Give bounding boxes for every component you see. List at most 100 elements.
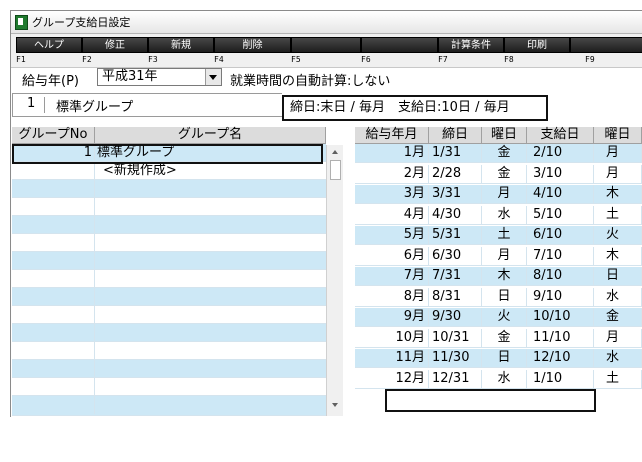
pay-date-cell: 10/10 <box>527 308 594 327</box>
table-row[interactable] <box>12 324 326 342</box>
chevron-down-icon[interactable] <box>205 69 221 85</box>
table-row[interactable] <box>12 180 326 198</box>
group-table-scrollbar[interactable] <box>326 145 343 416</box>
column-header-closing-weekday[interactable]: 曜日 <box>482 127 527 144</box>
auto-calc-label: 就業時間の自動計算:しない <box>230 74 391 89</box>
column-header-group-name[interactable]: グループ名 <box>95 127 326 144</box>
table-row[interactable] <box>12 360 326 378</box>
table-row[interactable]: 6月 6/30 月 7/10 木 <box>355 246 642 266</box>
f5-button[interactable] <box>291 37 361 53</box>
table-row[interactable]: 5月 5/31 土 6/10 火 <box>355 226 642 245</box>
closing-weekday-cell: 土 <box>482 226 527 245</box>
closing-weekday-cell: 水 <box>482 205 527 225</box>
column-header-pay-weekday[interactable]: 曜日 <box>594 127 642 144</box>
closing-weekday-cell: 火 <box>482 308 527 327</box>
fkey-label: F7 <box>438 55 448 64</box>
new-button[interactable]: 新規 <box>148 37 214 53</box>
table-row[interactable] <box>12 288 326 306</box>
pay-weekday-cell: 月 <box>594 144 642 163</box>
app-icon <box>15 15 28 30</box>
table-row[interactable] <box>12 234 326 252</box>
scroll-up-icon[interactable] <box>332 150 338 154</box>
pay-month-cell: 8月 <box>355 287 429 307</box>
table-row[interactable]: 8月 8/31 日 9/10 水 <box>355 287 642 307</box>
empty-cell <box>12 288 95 306</box>
empty-cell <box>12 360 95 378</box>
closing-date-cell: 8/31 <box>429 287 482 307</box>
table-row[interactable]: 4月 4/30 水 5/10 土 <box>355 205 642 225</box>
table-row[interactable]: 1 標準グループ <box>12 144 326 162</box>
empty-cell <box>12 234 95 252</box>
pay-month-cell: 5月 <box>355 226 429 245</box>
help-button[interactable]: ヘルプ <box>16 37 82 53</box>
f6-button[interactable] <box>361 37 438 53</box>
pay-date-cell: 5/10 <box>527 205 594 225</box>
closing-date-cell: 4/30 <box>429 205 482 225</box>
table-row[interactable] <box>12 270 326 288</box>
table-row[interactable]: 3月 3/31 月 4/10 木 <box>355 185 642 204</box>
function-key-toolbar: ヘルプ 修正 新規 削除 計算条件 印刷 F1 F2 F3 F4 F5 F6 F… <box>11 34 642 68</box>
title-bar: グループ支給日設定 <box>11 11 642 34</box>
table-row[interactable]: <新規作成> <box>12 162 326 180</box>
closing-weekday-cell: 金 <box>482 144 527 163</box>
group-no-cell <box>12 162 95 180</box>
edit-button[interactable]: 修正 <box>82 37 148 53</box>
empty-cell <box>12 396 95 414</box>
table-row[interactable]: 11月 11/30 日 12/10 水 <box>355 349 642 368</box>
column-header-group-no[interactable]: グループNo <box>12 127 95 144</box>
empty-cell <box>12 342 95 360</box>
table-row[interactable] <box>12 216 326 234</box>
year-select[interactable]: 平成31年 <box>97 68 222 86</box>
closing-weekday-cell: 木 <box>482 267 527 286</box>
pay-date-cell: 6/10 <box>527 226 594 245</box>
closing-weekday-cell: 月 <box>482 246 527 266</box>
schedule-info-box: 締日:末日 / 毎月 支給日:10日 / 毎月 <box>282 95 548 121</box>
fkey-label: F2 <box>82 55 92 64</box>
table-row[interactable]: 9月 9/30 火 10/10 金 <box>355 308 642 327</box>
empty-cell <box>12 270 95 288</box>
table-row[interactable] <box>12 342 326 360</box>
scroll-thumb[interactable] <box>330 160 341 180</box>
table-row[interactable]: 10月 10/31 金 11/10 月 <box>355 328 642 348</box>
fkey-label: F3 <box>148 55 158 64</box>
pay-weekday-cell: 水 <box>594 287 642 307</box>
delete-button[interactable]: 削除 <box>214 37 291 53</box>
window-title: グループ支給日設定 <box>32 16 131 29</box>
closing-date-cell: 2/28 <box>429 164 482 184</box>
table-row[interactable] <box>12 396 326 416</box>
table-row[interactable] <box>12 198 326 216</box>
table-row[interactable] <box>12 306 326 324</box>
empty-cell <box>12 198 95 216</box>
pay-date-cell: 11/10 <box>527 328 594 348</box>
fkey-label: F9 <box>585 55 595 64</box>
table-row[interactable]: 2月 2/28 金 3/10 月 <box>355 164 642 184</box>
selected-group-number: 1 <box>27 96 36 111</box>
closing-date-cell: 6/30 <box>429 246 482 266</box>
scroll-down-icon[interactable] <box>332 403 338 407</box>
pay-weekday-cell: 日 <box>594 267 642 286</box>
closing-date-cell: 10/31 <box>429 328 482 348</box>
print-button[interactable]: 印刷 <box>504 37 570 53</box>
column-header-pay-date[interactable]: 支給日 <box>527 127 594 144</box>
pay-date-cell: 1/10 <box>527 369 594 389</box>
table-row[interactable]: 1月 1/31 金 2/10 月 <box>355 144 642 163</box>
empty-cell <box>12 324 95 342</box>
pay-month-cell: 11月 <box>355 349 429 368</box>
column-header-pay-month[interactable]: 給与年月 <box>355 127 429 144</box>
selected-group-name: 標準グループ <box>56 100 134 115</box>
table-row[interactable] <box>12 252 326 270</box>
table-row[interactable] <box>12 378 326 396</box>
table-row[interactable]: 12月 12/31 水 1/10 土 <box>355 369 642 389</box>
calc-conditions-button[interactable]: 計算条件 <box>438 37 504 53</box>
closing-date-cell: 11/30 <box>429 349 482 368</box>
table-row[interactable]: 7月 7/31 木 8/10 日 <box>355 267 642 286</box>
closing-date-cell: 1/31 <box>429 144 482 163</box>
pay-date-cell: 2/10 <box>527 144 594 163</box>
f9-button[interactable] <box>570 37 642 53</box>
pay-month-cell: 6月 <box>355 246 429 266</box>
closing-weekday-cell: 金 <box>482 328 527 348</box>
fkey-label: F4 <box>214 55 224 64</box>
fkey-label: F8 <box>504 55 514 64</box>
column-header-closing-date[interactable]: 締日 <box>429 127 482 144</box>
pay-weekday-cell: 木 <box>594 185 642 204</box>
